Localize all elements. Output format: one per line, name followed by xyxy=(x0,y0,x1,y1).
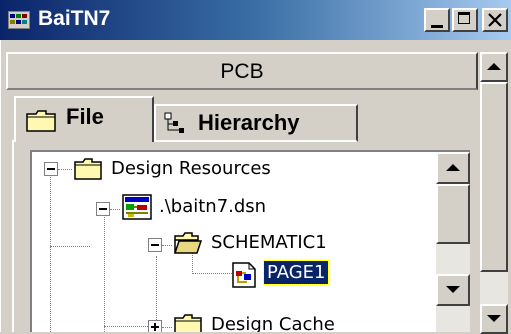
tree-node-label: Design Resources xyxy=(111,158,271,179)
minimize-button[interactable] xyxy=(424,8,450,32)
arrow-down-icon xyxy=(446,286,460,293)
outer-scroll-down-button[interactable] xyxy=(480,304,508,334)
arrow-up-icon xyxy=(446,164,460,171)
app-icon[interactable] xyxy=(8,11,30,29)
tree-line xyxy=(162,327,172,328)
pane-title: PCB xyxy=(220,60,264,83)
design-file-icon xyxy=(122,194,152,220)
maximize-icon xyxy=(458,12,470,24)
hierarchy-icon xyxy=(164,112,184,133)
folder-icon xyxy=(174,314,202,332)
tree-node-page[interactable]: PAGE1 xyxy=(32,258,436,288)
tree-node-design-cache[interactable]: Design Cache xyxy=(32,310,436,332)
collapse-icon[interactable] xyxy=(148,238,162,252)
close-button[interactable] xyxy=(482,8,508,32)
tree-view[interactable]: Design Resources .\baitn7.dsn SCHEMATIC1… xyxy=(30,150,470,332)
tree-line xyxy=(162,245,172,246)
tab-hierarchy-label: Hierarchy xyxy=(198,110,300,135)
tree-scroll-up-button[interactable] xyxy=(436,152,470,184)
tree-node-design-file[interactable]: .\baitn7.dsn xyxy=(32,192,436,222)
tab-hierarchy[interactable]: Hierarchy xyxy=(154,104,358,142)
tree-node-label: Design Cache xyxy=(211,314,335,332)
tree-line xyxy=(110,209,120,210)
tree-scroll-down-button[interactable] xyxy=(436,274,470,306)
tree-node-label: .\baitn7.dsn xyxy=(159,196,267,217)
tree-content: Design Resources .\baitn7.dsn SCHEMATIC1… xyxy=(32,152,436,332)
outer-scroll-up-button[interactable] xyxy=(480,52,508,82)
tree-scroll-thumb[interactable] xyxy=(436,184,470,244)
maximize-button[interactable] xyxy=(452,8,478,32)
tab-file[interactable]: File xyxy=(14,96,154,142)
arrow-up-icon xyxy=(487,63,501,70)
tree-node-design-resources[interactable]: Design Resources xyxy=(32,154,436,184)
folder-icon xyxy=(26,110,56,132)
folder-icon xyxy=(74,158,102,180)
tree-scrollbar[interactable] xyxy=(436,152,470,332)
window-frame xyxy=(0,40,4,332)
window-title: BaiTN7 xyxy=(38,7,111,30)
tree-node-schematic[interactable]: SCHEMATIC1 xyxy=(32,228,436,258)
title-bar[interactable]: BaiTN7 xyxy=(0,0,511,40)
open-folder-icon xyxy=(174,232,202,254)
page-icon xyxy=(232,262,256,288)
collapse-icon[interactable] xyxy=(96,202,110,216)
outer-scroll-thumb[interactable] xyxy=(480,82,508,272)
outer-scrollbar[interactable] xyxy=(480,52,508,334)
tree-line xyxy=(58,169,72,170)
expand-icon[interactable] xyxy=(148,320,162,332)
tree-node-label: SCHEMATIC1 xyxy=(211,232,327,253)
close-icon xyxy=(488,13,502,27)
pane-header: PCB xyxy=(6,52,478,90)
collapse-icon[interactable] xyxy=(44,162,58,176)
tree-node-label: PAGE1 xyxy=(262,260,330,285)
arrow-down-icon xyxy=(487,315,501,322)
tab-file-label: File xyxy=(66,104,104,129)
app-window: BaiTN7 PCB File Hierarchy Design Resourc… xyxy=(0,0,511,334)
minimize-icon xyxy=(431,25,443,28)
